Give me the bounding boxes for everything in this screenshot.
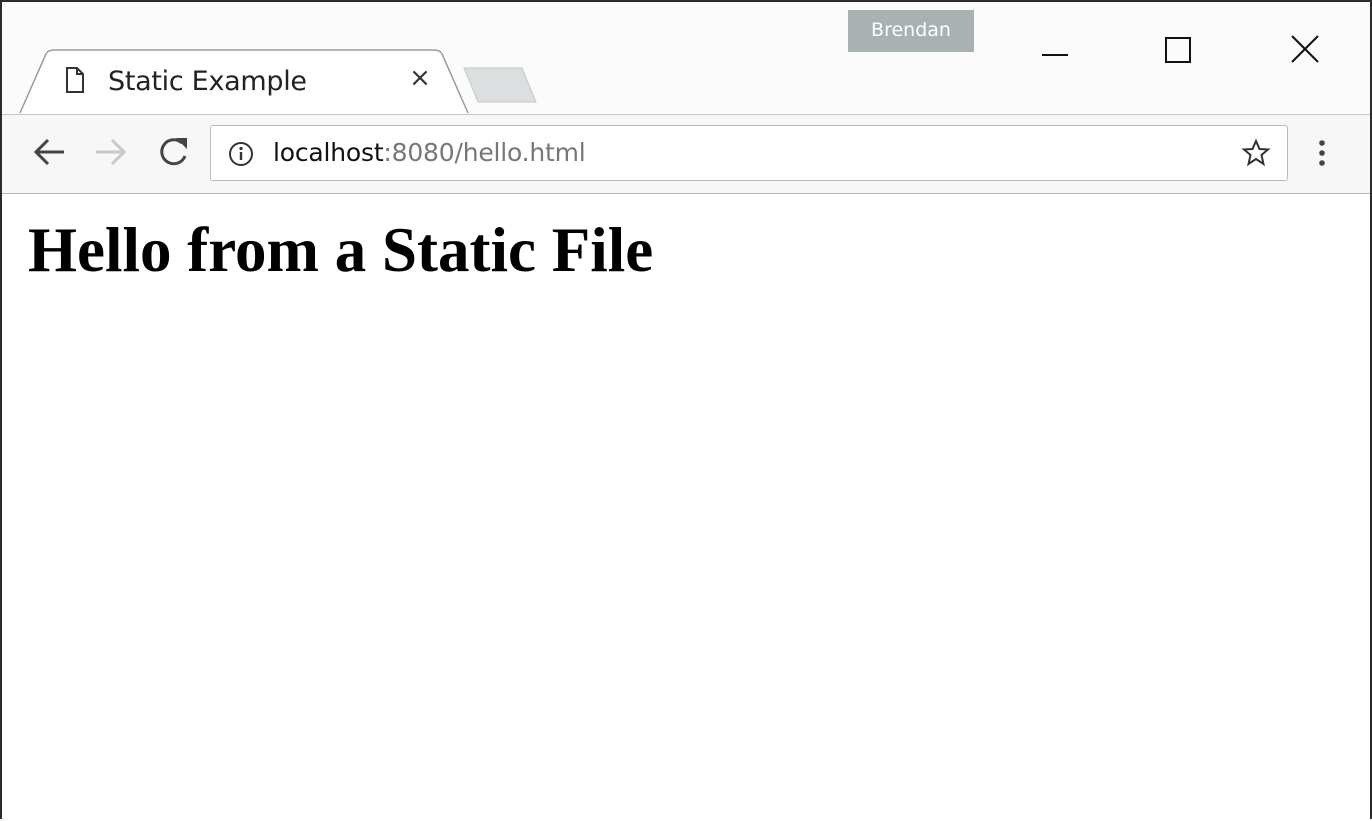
three-dots-menu-icon[interactable] (1312, 135, 1332, 171)
url-path: :8080/hello.html (383, 138, 586, 167)
star-icon[interactable] (1241, 138, 1271, 168)
reload-icon[interactable] (150, 129, 196, 175)
browser-window: Static Example × Brendan localhost:8080/… (0, 0, 1372, 821)
new-tab-icon[interactable] (463, 67, 537, 103)
tab-static-example[interactable]: Static Example × (60, 60, 440, 110)
url-host: localhost (273, 138, 384, 167)
title-bar: Static Example × Brendan (2, 2, 1370, 114)
page-icon (66, 67, 84, 93)
page-content: Hello from a Static File (4, 194, 1370, 821)
minimize-icon[interactable] (1014, 20, 1094, 76)
info-icon[interactable] (227, 140, 255, 168)
tab-title: Static Example (108, 66, 307, 97)
back-arrow-icon[interactable] (26, 129, 72, 175)
page-heading: Hello from a Static File (28, 215, 654, 285)
toolbar: localhost:8080/hello.html (2, 114, 1370, 194)
url-text[interactable]: localhost:8080/hello.html (273, 138, 586, 167)
forward-arrow-icon[interactable] (88, 129, 134, 175)
maximize-icon[interactable] (1138, 20, 1218, 76)
address-bar[interactable]: localhost:8080/hello.html (210, 125, 1288, 181)
close-icon[interactable] (1264, 20, 1344, 76)
profile-badge[interactable]: Brendan (848, 10, 974, 52)
tab-close-icon[interactable]: × (406, 64, 434, 92)
